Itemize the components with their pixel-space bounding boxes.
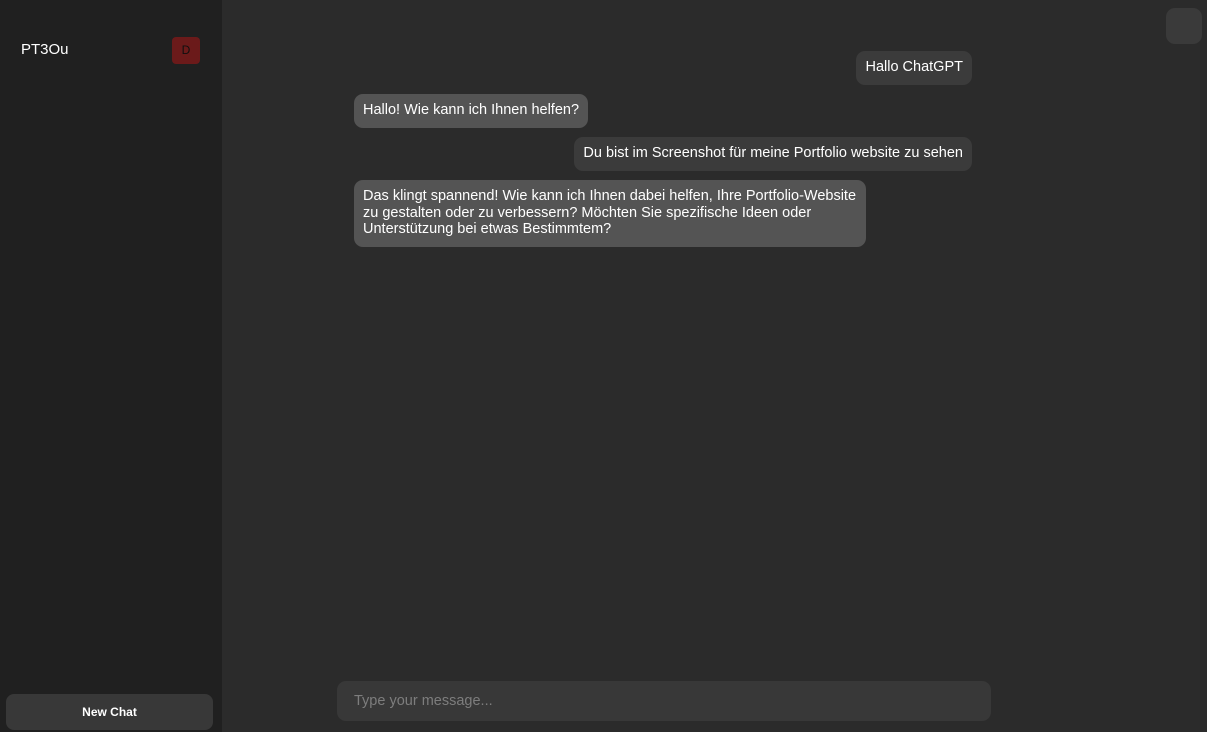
app: PT3Ou D New Chat Hallo ChatGPT Hallo! Wi… [0, 0, 1207, 732]
chat-area: Hallo ChatGPT Hallo! Wie kann ich Ihnen … [222, 0, 1207, 732]
user-message: Du bist im Screenshot für meine Portfoli… [574, 137, 972, 171]
message-input-container [337, 681, 991, 721]
delete-chat-button[interactable]: D [172, 37, 200, 64]
sidebar: PT3Ou D New Chat [0, 0, 222, 732]
user-message: Hallo ChatGPT [856, 51, 972, 85]
assistant-message: Hallo! Wie kann ich Ihnen helfen? [354, 94, 589, 128]
assistant-message: Das klingt spannend! Wie kann ich Ihnen … [354, 180, 866, 247]
chat-list-item[interactable]: PT3Ou D [0, 36, 222, 64]
new-chat-button[interactable]: New Chat [6, 694, 213, 730]
top-right-button[interactable] [1166, 8, 1202, 44]
message-input[interactable] [337, 681, 991, 721]
chat-title[interactable]: PT3Ou [21, 42, 69, 58]
